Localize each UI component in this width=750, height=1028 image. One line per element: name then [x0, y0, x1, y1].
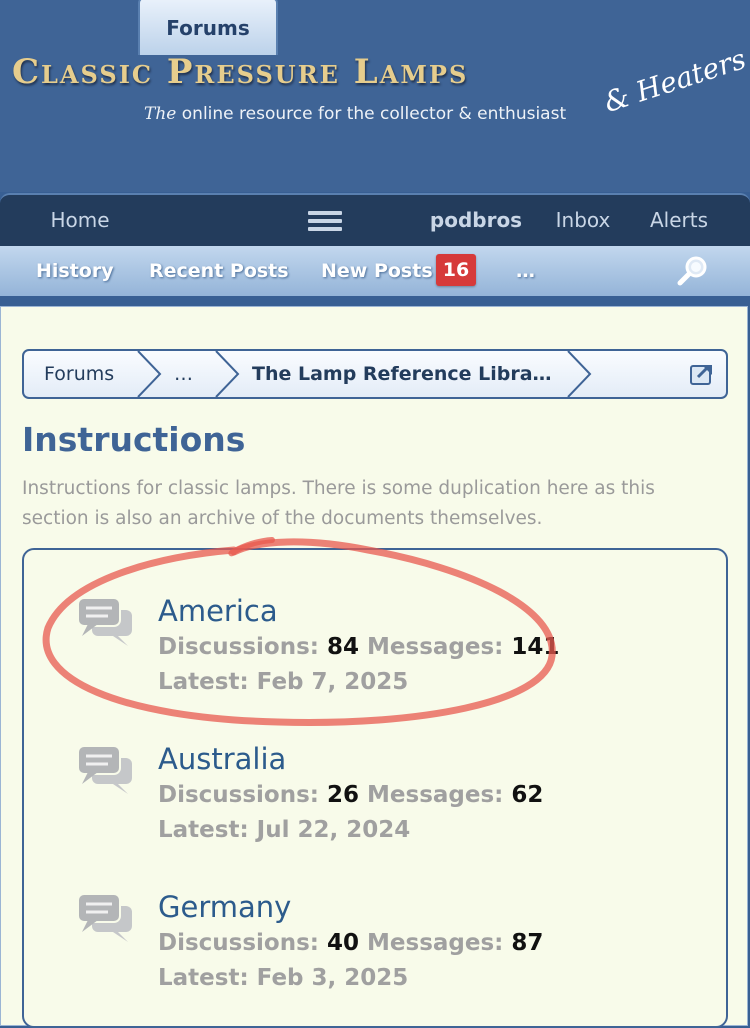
- subnav-recent-posts[interactable]: Recent Posts: [149, 246, 289, 296]
- messages-label: Messages:: [367, 930, 504, 956]
- subnav-more[interactable]: …: [516, 246, 535, 296]
- forum-node-latest[interactable]: Latest: Feb 3, 2025: [158, 965, 408, 991]
- forum-node-title[interactable]: Germany: [158, 890, 291, 924]
- forum-node-latest[interactable]: Latest: Jul 22, 2024: [158, 817, 410, 843]
- breadcrumb-separator: [567, 351, 592, 397]
- messages-count: 62: [511, 782, 544, 808]
- new-posts-count-badge[interactable]: 16: [436, 254, 476, 286]
- breadcrumb-separator: [215, 351, 240, 397]
- site-logo-title[interactable]: Classic Pressure Lamps: [12, 52, 468, 92]
- subnav-history[interactable]: History: [36, 246, 114, 296]
- discussion-bubbles-icon: [77, 597, 132, 646]
- external-jump-icon[interactable]: [690, 363, 714, 385]
- site-tagline: The online resource for the collector & …: [144, 104, 566, 124]
- forum-node-title[interactable]: America: [158, 594, 278, 628]
- site-header: Classic Pressure Lamps The online resour…: [0, 0, 750, 192]
- discussions-label: Discussions:: [158, 634, 319, 660]
- messages-count: 87: [511, 930, 544, 956]
- tagline-prefix: The: [144, 104, 177, 124]
- discussions-label: Discussions:: [158, 782, 319, 808]
- breadcrumb-separator: [137, 351, 162, 397]
- sub-nav: History Recent Posts New Posts …: [0, 246, 750, 296]
- subnav-new-posts[interactable]: New Posts: [321, 246, 433, 296]
- forum-node-list: America Discussions: 84 Messages: 141 La…: [22, 548, 728, 1028]
- forum-node[interactable]: Australia Discussions: 26 Messages: 62 L…: [24, 742, 724, 872]
- discussions-label: Discussions:: [158, 930, 319, 956]
- forum-node[interactable]: Germany Discussions: 40 Messages: 87 Lat…: [24, 890, 724, 1020]
- site-logo-heaters: & Heaters: [599, 42, 750, 119]
- page-description: Instructions for classic lamps. There is…: [22, 478, 655, 529]
- tagline-rest: online resource for the collector & enth…: [176, 104, 567, 124]
- nav-inbox[interactable]: Inbox: [540, 195, 626, 248]
- breadcrumb: Forums … The Lamp Reference Libra…: [22, 349, 728, 399]
- tab-home[interactable]: Home: [24, 195, 136, 248]
- discussions-count: 84: [327, 634, 360, 660]
- messages-label: Messages:: [367, 634, 504, 660]
- page-title: Instructions: [22, 420, 246, 459]
- search-icon[interactable]: [676, 254, 710, 288]
- hamburger-menu-icon[interactable]: [308, 211, 342, 231]
- messages-count: 141: [511, 634, 560, 660]
- forum-node-latest[interactable]: Latest: Feb 7, 2025: [158, 669, 408, 695]
- forum-node-title[interactable]: Australia: [158, 742, 286, 776]
- messages-label: Messages:: [367, 782, 504, 808]
- breadcrumb-ellipsis[interactable]: …: [174, 351, 193, 397]
- tab-forums[interactable]: Forums: [138, 0, 278, 55]
- breadcrumb-forums[interactable]: Forums: [44, 351, 114, 397]
- discussion-bubbles-icon: [77, 745, 132, 794]
- nav-alerts[interactable]: Alerts: [636, 195, 722, 248]
- breadcrumb-library[interactable]: The Lamp Reference Libra…: [252, 351, 552, 397]
- discussion-bubbles-icon: [77, 893, 132, 942]
- forum-node[interactable]: America Discussions: 84 Messages: 141 La…: [24, 594, 724, 724]
- forum-node-stats: Discussions: 84 Messages: 141: [158, 634, 559, 660]
- forum-node-stats: Discussions: 26 Messages: 62: [158, 782, 543, 808]
- nav-user[interactable]: podbros: [418, 195, 534, 248]
- main-nav: Home podbros Inbox Alerts: [0, 193, 750, 248]
- discussions-count: 26: [327, 782, 360, 808]
- discussions-count: 40: [327, 930, 360, 956]
- forum-node-stats: Discussions: 40 Messages: 87: [158, 930, 543, 956]
